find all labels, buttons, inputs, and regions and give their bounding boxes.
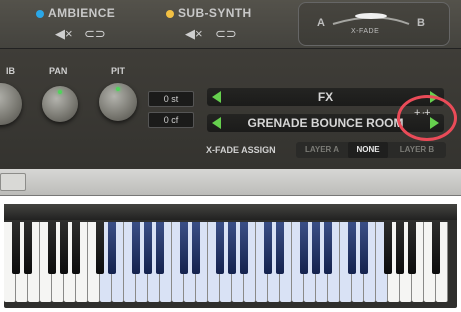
piano-black-key[interactable] [180, 222, 188, 274]
piano-black-key[interactable] [132, 222, 140, 274]
piano-black-key[interactable] [48, 222, 56, 274]
piano-black-key[interactable] [240, 222, 248, 274]
piano-black-key[interactable] [144, 222, 152, 274]
piano-black-key[interactable] [72, 222, 80, 274]
piano-black-key[interactable] [300, 222, 308, 274]
piano-black-key[interactable] [12, 222, 20, 274]
piano-black-key[interactable] [384, 222, 392, 274]
piano-black-key[interactable] [60, 222, 68, 274]
room-selector-label: GRENADE BOUNCE ROOM [247, 116, 404, 130]
keyboard-section [0, 196, 461, 312]
pitch-fine-field[interactable]: 0 cf [148, 112, 194, 128]
knob-label-ib: IB [6, 66, 15, 76]
piano-black-key[interactable] [216, 222, 224, 274]
layer-a-mute-icon[interactable]: ◀× [55, 26, 73, 42]
piano-black-key[interactable] [192, 222, 200, 274]
lower-toolbar [0, 169, 461, 196]
layer-a-link-icon[interactable]: ⊂⊃ [84, 26, 106, 42]
knob-pan[interactable] [42, 86, 78, 122]
room-prev-icon[interactable] [212, 117, 221, 129]
knob-pitch[interactable] [99, 83, 137, 121]
piano-black-key[interactable] [408, 222, 416, 274]
piano-black-key[interactable] [276, 222, 284, 274]
layer-b-link-icon[interactable]: ⊂⊃ [215, 26, 237, 42]
xfade-control[interactable]: A B X-FADE [298, 2, 450, 46]
piano-black-key[interactable] [396, 222, 404, 274]
small-tab-button[interactable] [0, 173, 26, 191]
knob-label-pitch: PIT [111, 66, 126, 76]
assign-layer-b-button[interactable]: LAYER B [390, 142, 444, 158]
piano-black-key[interactable] [432, 222, 440, 274]
piano-black-key[interactable] [264, 222, 272, 274]
piano-black-key[interactable] [348, 222, 356, 274]
piano-black-key[interactable] [312, 222, 320, 274]
layer-a-title: AMBIENCE [36, 6, 115, 20]
xfade-curve-icon [332, 13, 410, 25]
piano-black-key[interactable] [108, 222, 116, 274]
piano-black-key[interactable] [24, 222, 32, 274]
fx-selector-label: FX [317, 90, 334, 104]
piano-black-key[interactable] [156, 222, 164, 274]
xfade-assign-label: X-FADE ASSIGN [206, 145, 276, 155]
fx-prev-icon[interactable] [212, 91, 221, 103]
xfade-assign-buttons: LAYER A NONE LAYER B [296, 142, 446, 158]
instrument-screen: AMBIENCE ◀× ⊂⊃ SUB-SYNTH ◀× ⊂⊃ A B X-FAD… [0, 0, 461, 312]
knob-ib[interactable] [0, 83, 22, 125]
layer-b-mute-icon[interactable]: ◀× [185, 26, 203, 42]
layer-b-dot-icon [166, 9, 174, 18]
knob-label-pan: PAN [49, 66, 68, 76]
piano-black-key[interactable] [360, 222, 368, 274]
piano-black-key[interactable] [96, 222, 104, 274]
assign-layer-a-button[interactable]: LAYER A [298, 142, 346, 158]
layer-b-title: SUB-SYNTH [166, 6, 252, 20]
layer-panel: AMBIENCE ◀× ⊂⊃ SUB-SYNTH ◀× ⊂⊃ A B X-FAD… [0, 0, 461, 49]
menu-icon[interactable]: + ·+ [414, 107, 431, 119]
pitch-coarse-field[interactable]: 0 st [148, 91, 194, 107]
keyboard-top-bar [4, 204, 457, 220]
assign-none-button[interactable]: NONE [348, 142, 388, 158]
knob-pan-indicator [58, 90, 62, 94]
piano-black-key[interactable] [228, 222, 236, 274]
layer-controls-panel: IB PAN PIT 0 st 0 cf FX GRENADE BOUNCE R… [0, 49, 461, 169]
knob-pitch-indicator [116, 87, 120, 91]
layer-a-dot-icon [36, 9, 44, 18]
xfade-text: X-FADE [351, 28, 380, 35]
piano-black-key[interactable] [324, 222, 332, 274]
